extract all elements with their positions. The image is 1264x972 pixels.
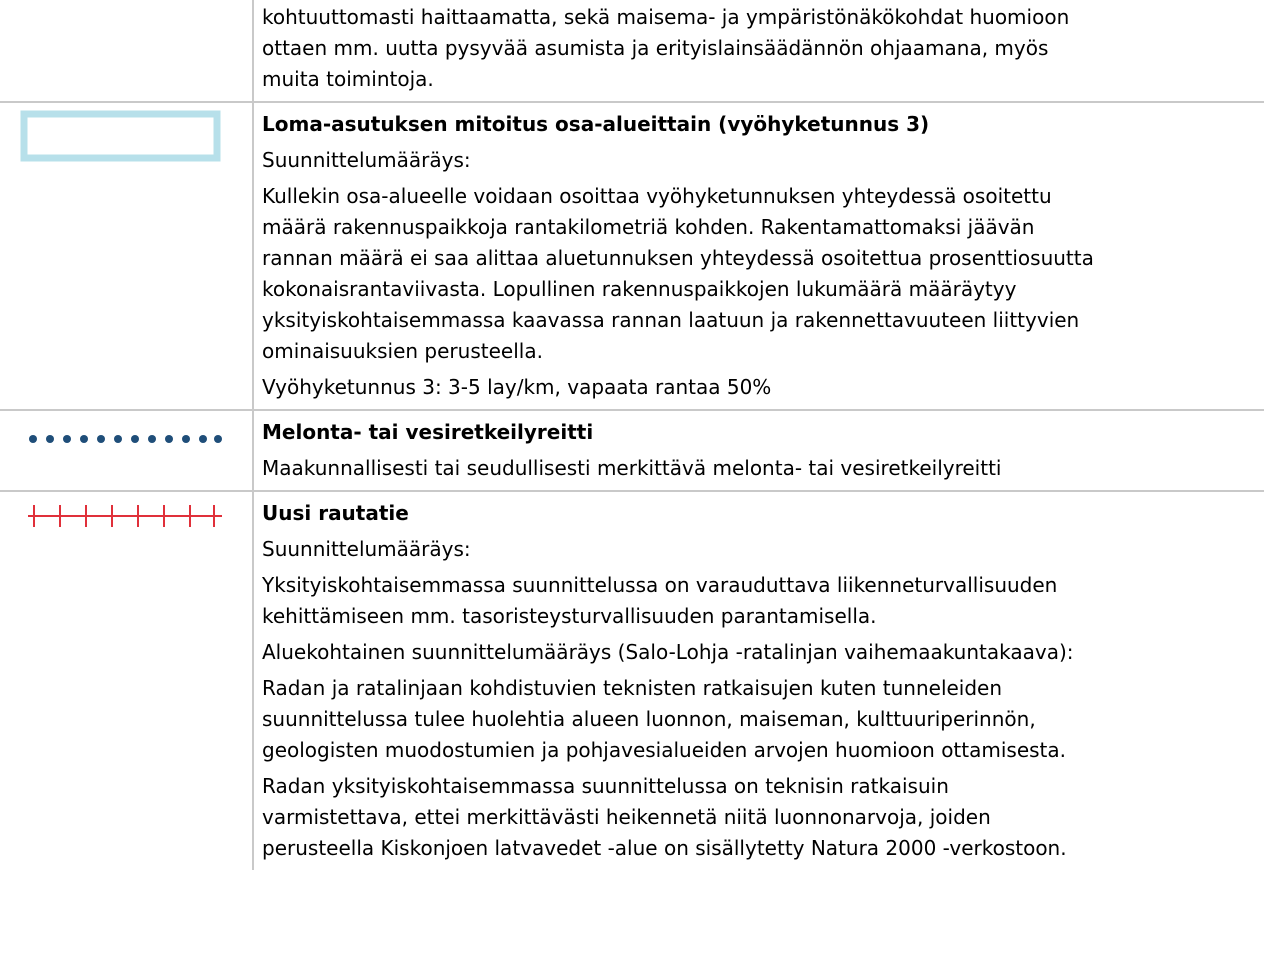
regulation-label: Suunnittelumääräys: bbox=[262, 537, 471, 561]
body-text-line: kohtuuttomasti haittaamatta, sekä maisem… bbox=[262, 5, 1070, 29]
legend-symbol-cell bbox=[0, 410, 254, 492]
legend-symbol-cell bbox=[0, 491, 254, 870]
legend-text-cell: kohtuuttomasti haittaamatta, sekä maisem… bbox=[253, 0, 1264, 103]
body-text-line: perusteella Kiskonjoen latvavedet -alue … bbox=[262, 836, 1067, 860]
dotted-route-icon bbox=[29, 435, 222, 443]
legend-title: Loma-asutuksen mitoitus osa-alueittain (… bbox=[262, 112, 930, 136]
legend-row-canoe-route: Melonta- tai vesiretkeilyreitti Maakunna… bbox=[0, 410, 1264, 492]
body-text-line: varmistettava, ettei merkittävästi heike… bbox=[262, 805, 991, 829]
legend-row-continuation: kohtuuttomasti haittaamatta, sekä maisem… bbox=[0, 0, 1264, 103]
body-text-line: geologisten muodostumien ja pohjavesialu… bbox=[262, 738, 1067, 762]
body-text-line: kehittämiseen mm. tasoristeysturvallisuu… bbox=[262, 604, 877, 628]
regulation-label: Aluekohtainen suunnittelumääräys (Salo-L… bbox=[262, 640, 1074, 664]
zone-note: Vyöhyketunnus 3: 3-5 lay/km, vapaata ran… bbox=[262, 375, 772, 399]
railway-line-icon bbox=[28, 505, 222, 527]
legend-text-cell: Melonta- tai vesiretkeilyreitti Maakunna… bbox=[253, 410, 1264, 492]
body-text-line: muita toimintoja. bbox=[262, 67, 434, 91]
body-text-line: määrä rakennuspaikkoja rantakilometriä k… bbox=[262, 215, 1035, 239]
body-text-line: Radan ja ratalinjaan kohdistuvien teknis… bbox=[262, 676, 1003, 700]
light-blue-rectangle-icon bbox=[20, 110, 221, 162]
body-text-line: Yksityiskohtaisemmassa suunnittelussa on… bbox=[262, 573, 1058, 597]
legend-text-cell: Uusi rautatie Suunnittelumääräys: Yksity… bbox=[253, 491, 1264, 870]
regulation-label: Suunnittelumääräys: bbox=[262, 148, 471, 172]
body-text-line: Maakunnallisesti tai seudullisesti merki… bbox=[262, 456, 1002, 480]
legend-row-new-railway: Uusi rautatie Suunnittelumääräys: Yksity… bbox=[0, 491, 1264, 870]
body-text-line: ottaen mm. uutta pysyvää asumista ja eri… bbox=[262, 36, 1049, 60]
legend-title: Melonta- tai vesiretkeilyreitti bbox=[262, 420, 594, 444]
legend-table: kohtuuttomasti haittaamatta, sekä maisem… bbox=[0, 0, 1264, 870]
body-text-line: ominaisuuksien perusteella. bbox=[262, 339, 543, 363]
body-text-line: Kullekin osa-alueelle voidaan osoittaa v… bbox=[262, 184, 1052, 208]
legend-text-cell: Loma-asutuksen mitoitus osa-alueittain (… bbox=[253, 102, 1264, 411]
body-text-line: suunnittelussa tulee huolehtia alueen lu… bbox=[262, 707, 1036, 731]
body-text-line: rannan määrä ei saa alittaa aluetunnukse… bbox=[262, 246, 1094, 270]
legend-row-holiday-housing: Loma-asutuksen mitoitus osa-alueittain (… bbox=[0, 102, 1264, 411]
legend-symbol-cell bbox=[0, 102, 254, 411]
body-text-line: Radan yksityiskohtaisemmassa suunnittelu… bbox=[262, 774, 949, 798]
body-text-line: kokonaisrantaviivasta. Lopullinen rakenn… bbox=[262, 277, 1017, 301]
body-text-line: yksityiskohtaisemmassa kaavassa rannan l… bbox=[262, 308, 1080, 332]
legend-title: Uusi rautatie bbox=[262, 501, 409, 525]
legend-symbol-cell-empty bbox=[0, 0, 254, 103]
